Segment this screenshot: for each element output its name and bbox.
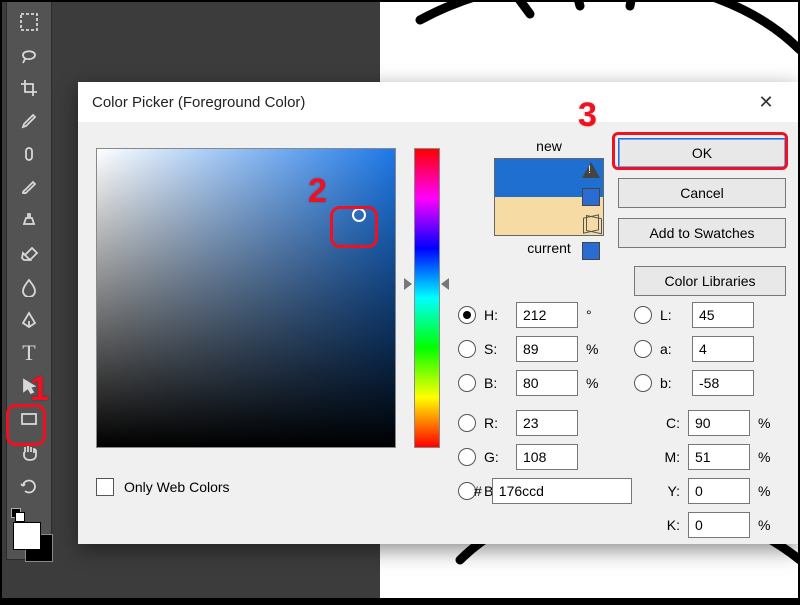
gamut-corrected-swatch[interactable] bbox=[582, 188, 600, 206]
add-to-swatches-button[interactable]: Add to Swatches bbox=[618, 218, 786, 248]
label-a: a: bbox=[660, 341, 684, 357]
color-swatch-control[interactable] bbox=[7, 508, 51, 559]
color-libraries-button[interactable]: Color Libraries bbox=[634, 266, 786, 296]
input-l[interactable]: 45 bbox=[692, 302, 754, 328]
radio-lab-b[interactable] bbox=[634, 374, 652, 392]
radio-s[interactable] bbox=[458, 340, 476, 358]
input-r[interactable]: 23 bbox=[516, 410, 578, 436]
step-3-label: 3 bbox=[578, 96, 597, 135]
radio-a[interactable] bbox=[634, 340, 652, 358]
unit-s: % bbox=[586, 341, 604, 357]
hue-slider[interactable] bbox=[414, 148, 440, 448]
radio-r[interactable] bbox=[458, 414, 476, 432]
default-colors-icon[interactable] bbox=[11, 508, 25, 522]
eraser-tool[interactable] bbox=[11, 239, 47, 268]
hex-input[interactable]: 176ccd bbox=[492, 478, 632, 504]
hue-pointer-right bbox=[441, 278, 449, 290]
step-3-highlight bbox=[612, 132, 788, 170]
label-l: L: bbox=[660, 307, 684, 323]
brush-tool[interactable] bbox=[11, 173, 47, 202]
clone-stamp-tool[interactable] bbox=[11, 206, 47, 235]
input-m[interactable]: 51 bbox=[688, 444, 750, 470]
cancel-button[interactable]: Cancel bbox=[618, 178, 786, 208]
input-bv[interactable]: 80 bbox=[516, 370, 578, 396]
unit-m: % bbox=[758, 449, 776, 465]
new-label: new bbox=[464, 138, 634, 154]
label-lab-b: b: bbox=[660, 375, 684, 391]
color-libraries-label: Color Libraries bbox=[664, 273, 755, 289]
input-k[interactable]: 0 bbox=[688, 512, 750, 538]
label-k: K: bbox=[654, 517, 680, 533]
label-g: G: bbox=[484, 449, 508, 465]
radio-h[interactable] bbox=[458, 306, 476, 324]
blur-tool[interactable] bbox=[11, 272, 47, 301]
step-2-label: 2 bbox=[308, 172, 327, 211]
dialog-titlebar: Color Picker (Foreground Color) ✕ bbox=[78, 82, 798, 122]
dialog-title: Color Picker (Foreground Color) bbox=[92, 94, 305, 111]
unit-bv: % bbox=[586, 375, 604, 391]
eyedropper-tool[interactable] bbox=[11, 106, 47, 135]
gamut-warning-icon[interactable] bbox=[582, 162, 600, 178]
rotate-view-tool[interactable] bbox=[11, 471, 47, 500]
pen-tool[interactable] bbox=[11, 305, 47, 334]
step-1-highlight bbox=[6, 404, 46, 446]
step-2-highlight bbox=[330, 206, 378, 248]
input-c[interactable]: 90 bbox=[688, 410, 750, 436]
marquee-tool[interactable] bbox=[11, 7, 47, 36]
color-preview: new current bbox=[464, 138, 634, 256]
unit-k: % bbox=[758, 517, 776, 533]
input-h[interactable]: 212 bbox=[516, 302, 578, 328]
unit-y: % bbox=[758, 483, 776, 499]
radio-bv[interactable] bbox=[458, 374, 476, 392]
input-s[interactable]: 89 bbox=[516, 336, 578, 362]
input-g[interactable]: 108 bbox=[516, 444, 578, 470]
cancel-button-label: Cancel bbox=[680, 185, 724, 201]
hex-prefix: # bbox=[474, 483, 482, 499]
only-web-colors-checkbox[interactable] bbox=[96, 478, 114, 496]
websafe-warning-icon[interactable] bbox=[583, 216, 599, 232]
input-y[interactable]: 0 bbox=[688, 478, 750, 504]
label-y: Y: bbox=[654, 483, 680, 499]
websafe-corrected-swatch[interactable] bbox=[582, 242, 600, 260]
spot-heal-tool[interactable] bbox=[11, 140, 47, 169]
label-r: R: bbox=[484, 415, 508, 431]
input-a[interactable]: 4 bbox=[692, 336, 754, 362]
lasso-tool[interactable] bbox=[11, 40, 47, 69]
label-m: M: bbox=[654, 449, 680, 465]
tools-panel: T bbox=[6, 0, 52, 560]
radio-g[interactable] bbox=[458, 448, 476, 466]
type-tool[interactable]: T bbox=[11, 338, 47, 367]
warning-stack bbox=[582, 162, 600, 260]
add-to-swatches-label: Add to Swatches bbox=[649, 225, 754, 241]
label-bv: B: bbox=[484, 375, 508, 391]
current-label: current bbox=[464, 240, 634, 256]
close-icon[interactable]: ✕ bbox=[748, 92, 784, 113]
color-field[interactable] bbox=[96, 148, 396, 448]
unit-c: % bbox=[758, 415, 776, 431]
label-s: S: bbox=[484, 341, 508, 357]
foreground-color-swatch[interactable] bbox=[13, 522, 41, 550]
input-lab-b[interactable]: -58 bbox=[692, 370, 754, 396]
label-h: H: bbox=[484, 307, 508, 323]
hue-pointer-left bbox=[404, 278, 412, 290]
radio-l[interactable] bbox=[634, 306, 652, 324]
unit-h: ° bbox=[586, 307, 604, 323]
crop-tool[interactable] bbox=[11, 73, 47, 102]
label-c: C: bbox=[654, 415, 680, 431]
only-web-colors-label: Only Web Colors bbox=[124, 479, 230, 495]
